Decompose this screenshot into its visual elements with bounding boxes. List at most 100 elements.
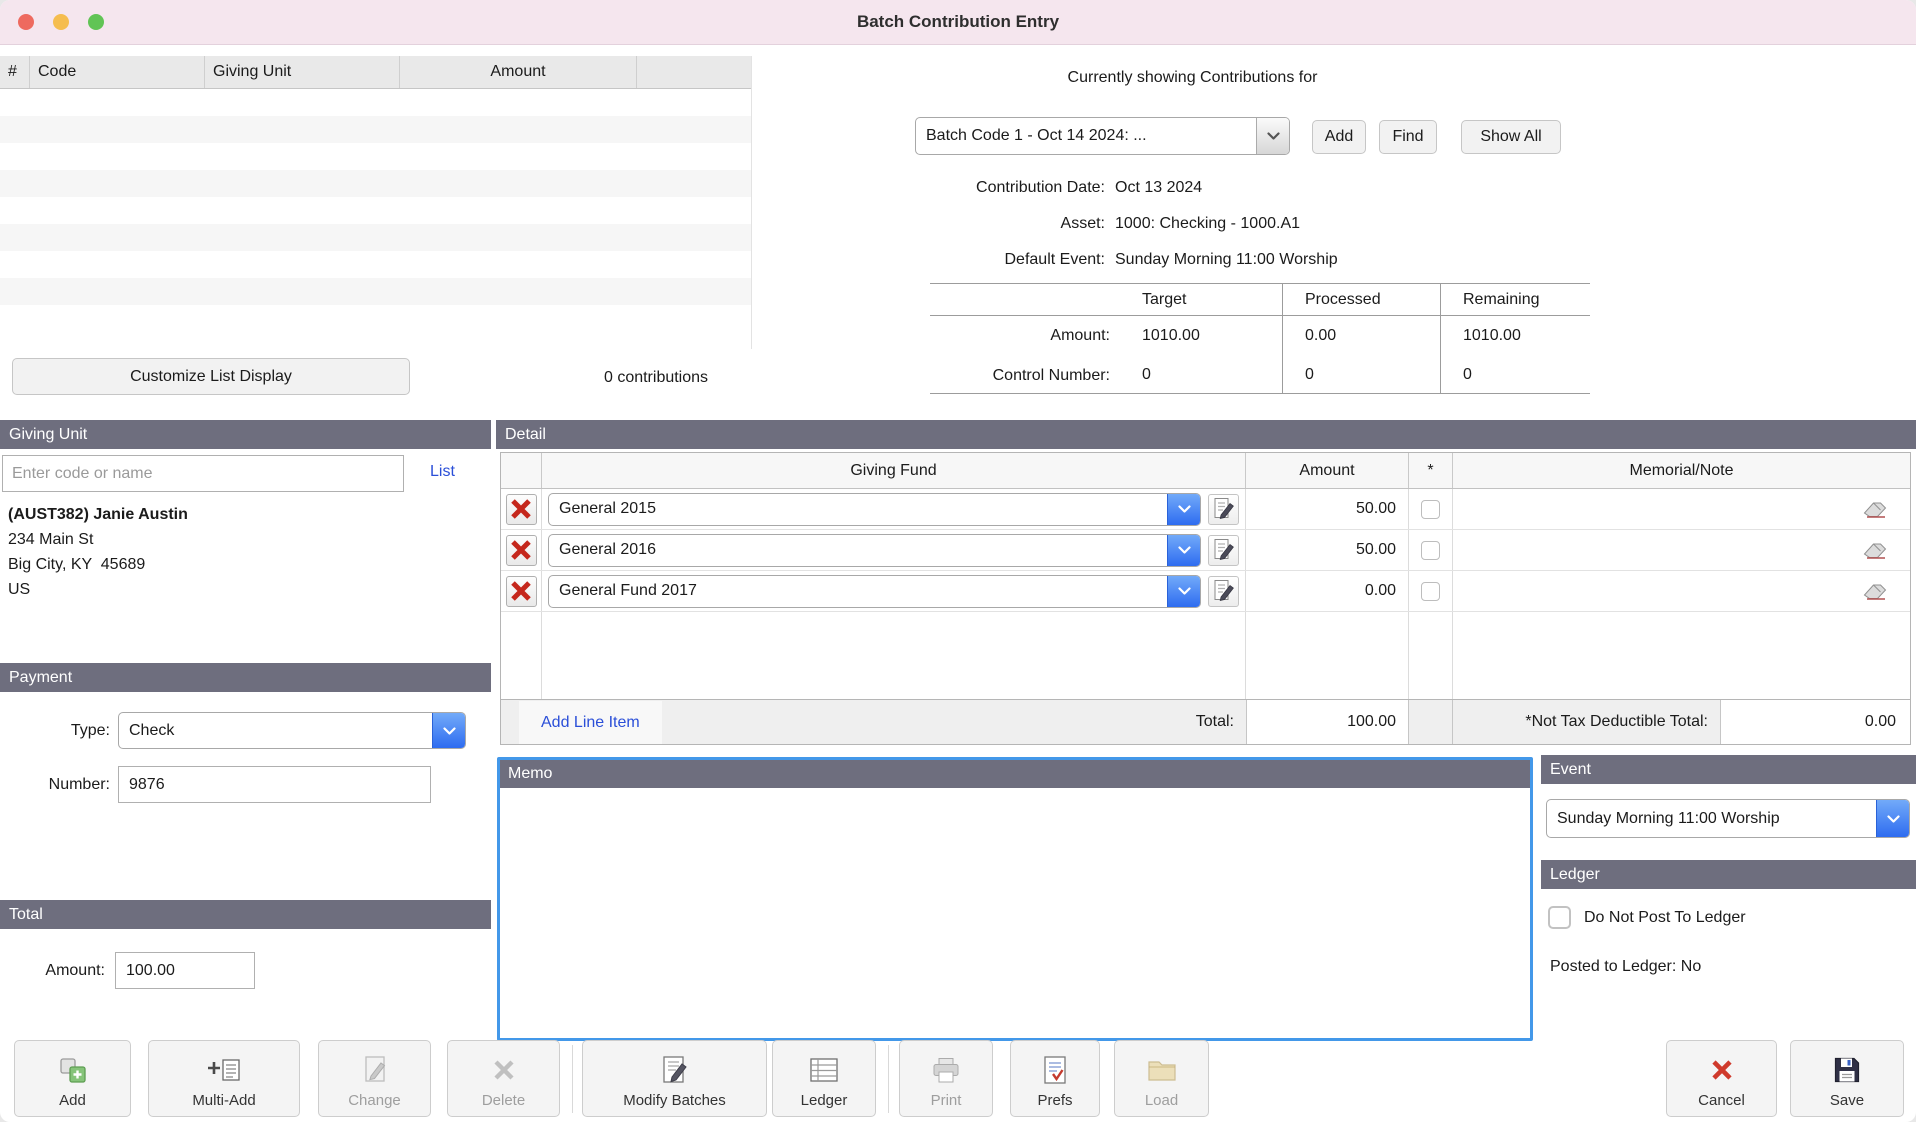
chevron-down-icon[interactable] — [1256, 118, 1289, 154]
giving-unit-info: (AUST382) Janie Austin 234 Main St Big C… — [8, 502, 188, 602]
batch-select-value: Batch Code 1 - Oct 14 2024: ... — [916, 118, 1256, 154]
toolbar-multi-add-button[interactable]: Multi-Add — [148, 1040, 300, 1117]
batch-show-all-button[interactable]: Show All — [1461, 120, 1561, 154]
memorial-note-icon[interactable] — [1863, 582, 1888, 600]
detail-column-giving-fund: Giving Fund — [542, 453, 1246, 488]
close-window-button[interactable] — [18, 14, 34, 30]
toolbar-modify-batches-button[interactable]: Modify Batches — [582, 1040, 767, 1117]
add-line-item-link[interactable]: Add Line Item — [519, 701, 662, 744]
minimize-window-button[interactable] — [53, 14, 69, 30]
chevron-down-icon[interactable] — [1167, 576, 1200, 607]
default-event-value: Sunday Morning 11:00 Worship — [1115, 251, 1338, 269]
print-icon — [931, 1052, 961, 1088]
toolbar-button-label: Modify Batches — [623, 1092, 726, 1109]
chevron-down-icon[interactable] — [1876, 800, 1909, 837]
toolbar-button-label: Ledger — [801, 1092, 848, 1109]
summary-control-remaining: 0 — [1440, 356, 1590, 394]
summary-col-target: Target — [1120, 283, 1282, 316]
toolbar-prefs-button[interactable]: Prefs — [1010, 1040, 1100, 1117]
batch-select[interactable]: Batch Code 1 - Oct 14 2024: ... — [915, 117, 1290, 155]
delete-line-button[interactable] — [506, 535, 537, 566]
cancel-button[interactable]: Cancel — [1666, 1040, 1777, 1117]
toolbar-button-label: Delete — [482, 1092, 525, 1109]
toolbar-separator — [572, 1045, 573, 1113]
detail-row-star-cell — [1409, 571, 1453, 611]
not-tax-deductible-checkbox[interactable] — [1421, 500, 1440, 519]
detail-row-star-cell — [1409, 489, 1453, 529]
memorial-note-icon[interactable] — [1863, 541, 1888, 559]
delete-line-button[interactable] — [506, 576, 537, 607]
payment-type-select[interactable]: Check — [118, 712, 466, 749]
cancel-x-icon — [1709, 1052, 1735, 1088]
chevron-down-icon[interactable] — [1167, 494, 1200, 525]
fund-edit-icon[interactable] — [1208, 535, 1239, 566]
save-disk-icon — [1833, 1052, 1861, 1088]
delete-line-button[interactable] — [506, 494, 537, 525]
contributions-list-body[interactable] — [0, 89, 751, 349]
do-not-post-label: Do Not Post To Ledger — [1584, 909, 1746, 927]
toolbar-separator — [888, 1045, 889, 1113]
fund-edit-icon[interactable] — [1208, 494, 1239, 525]
memo-input[interactable] — [500, 788, 1530, 1038]
batch-info: Contribution Date: Oct 13 2024 Asset: 10… — [915, 170, 1338, 278]
column-header-code[interactable]: Code — [30, 56, 205, 88]
giving-fund-select[interactable]: General Fund 2017 — [548, 575, 1201, 608]
ntd-total-label: *Not Tax Deductible Total: — [1453, 713, 1720, 731]
add-icon — [58, 1052, 88, 1088]
asset-label: Asset: — [915, 215, 1115, 233]
detail-row-fund-cell: General 2015 — [542, 489, 1246, 529]
column-header-number[interactable]: # — [0, 56, 30, 88]
column-header-amount[interactable]: Amount — [400, 56, 637, 88]
memorial-note-icon[interactable] — [1863, 500, 1888, 518]
detail-footer-ntd: *Not Tax Deductible Total: 0.00 — [1453, 700, 1910, 744]
fund-edit-icon[interactable] — [1208, 576, 1239, 607]
summary-amount-remaining: 1010.00 — [1440, 316, 1590, 356]
line-amount[interactable]: 0.00 — [1246, 571, 1409, 611]
line-amount[interactable]: 50.00 — [1246, 489, 1409, 529]
toolbar-button-label: Print — [931, 1092, 962, 1109]
giving-unit-search-input[interactable] — [2, 455, 404, 492]
titlebar: Batch Contribution Entry — [0, 0, 1916, 45]
batch-find-button[interactable]: Find — [1379, 120, 1437, 154]
toolbar-delete-button[interactable]: Delete — [447, 1040, 560, 1117]
toolbar-button-label: Load — [1145, 1092, 1178, 1109]
line-amount[interactable]: 50.00 — [1246, 530, 1409, 570]
toolbar-ledger-button[interactable]: Ledger — [772, 1040, 876, 1117]
toolbar-print-button[interactable]: Print — [899, 1040, 993, 1117]
red-x-icon — [509, 579, 533, 603]
filler-cell — [1246, 612, 1409, 699]
save-button[interactable]: Save — [1790, 1040, 1904, 1117]
do-not-post-checkbox[interactable] — [1548, 906, 1571, 929]
traffic-lights — [18, 14, 104, 30]
customize-list-display-button[interactable]: Customize List Display — [12, 358, 410, 395]
batch-summary-table: Target Processed Remaining Amount: 1010.… — [930, 283, 1590, 394]
toolbar-add-button[interactable]: Add — [14, 1040, 131, 1117]
payment-number-label: Number: — [0, 766, 110, 803]
zoom-window-button[interactable] — [88, 14, 104, 30]
toolbar-load-button[interactable]: Load — [1114, 1040, 1209, 1117]
ledger-section-header: Ledger — [1541, 860, 1916, 889]
column-header-giving-unit[interactable]: Giving Unit — [205, 56, 400, 88]
detail-row-memo-cell[interactable] — [1453, 530, 1910, 570]
giving-fund-select[interactable]: General 2015 — [548, 493, 1201, 526]
chevron-down-icon[interactable] — [1167, 535, 1200, 566]
total-amount-input[interactable] — [115, 952, 255, 989]
detail-row-memo-cell[interactable] — [1453, 489, 1910, 529]
giving-unit-list-link[interactable]: List — [430, 463, 455, 481]
chevron-down-icon[interactable] — [432, 713, 465, 748]
event-select[interactable]: Sunday Morning 11:00 Worship — [1546, 799, 1910, 838]
not-tax-deductible-checkbox[interactable] — [1421, 582, 1440, 601]
detail-row-memo-cell[interactable] — [1453, 571, 1910, 611]
giving-fund-value: General 2016 — [549, 535, 1167, 566]
do-not-post-row: Do Not Post To Ledger — [1548, 906, 1746, 929]
toolbar-change-button[interactable]: Change — [318, 1040, 431, 1117]
summary-col-remaining: Remaining — [1440, 283, 1590, 316]
batch-add-button[interactable]: Add — [1312, 120, 1366, 154]
giving-fund-value: General 2015 — [549, 494, 1167, 525]
not-tax-deductible-checkbox[interactable] — [1421, 541, 1440, 560]
giving-fund-select[interactable]: General 2016 — [548, 534, 1201, 567]
filler-cell — [1409, 612, 1453, 699]
payment-number-input[interactable] — [118, 766, 431, 803]
toolbar-button-label: Multi-Add — [192, 1092, 255, 1109]
payment-section-header: Payment — [0, 663, 491, 692]
